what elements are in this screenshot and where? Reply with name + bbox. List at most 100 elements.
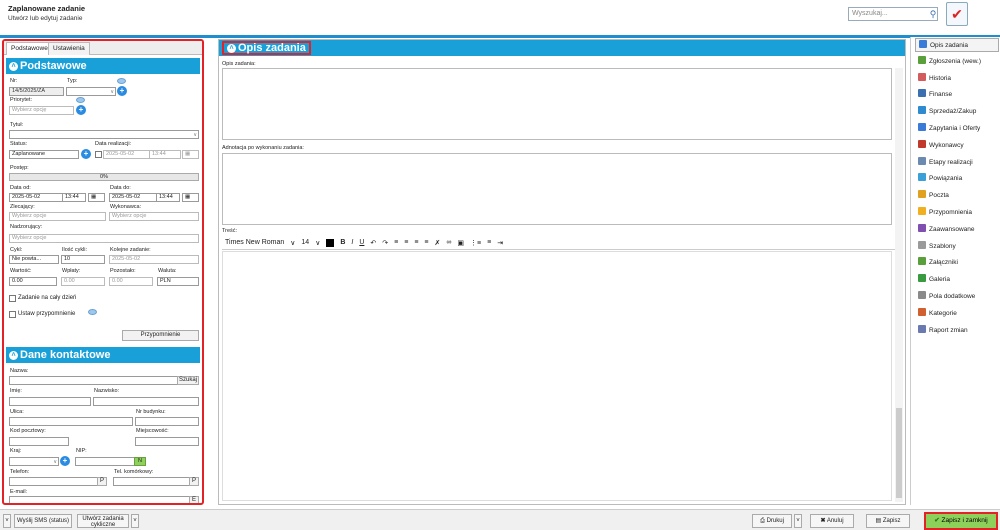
cancel-button[interactable]: ✖ Anuluj	[810, 514, 854, 528]
nav-item[interactable]: Zgłoszenia (wew.)	[915, 55, 999, 69]
data-realizacji-time[interactable]: 13:44	[149, 150, 181, 159]
pozostalo-field[interactable]: 0.00	[109, 277, 153, 286]
wplaty-field[interactable]: 0.00	[61, 277, 105, 286]
miejscowosc-field[interactable]	[135, 437, 199, 446]
add-typ-button[interactable]: +	[117, 86, 127, 96]
collapse-icon[interactable]: ˄	[9, 351, 18, 360]
tel-komorkowy-field[interactable]	[113, 477, 199, 486]
nav-item[interactable]: Galeria	[915, 273, 999, 287]
nav-item[interactable]: Raport zmian	[915, 324, 999, 338]
call-komorkowy-button[interactable]: P	[189, 477, 199, 486]
nr-budynku-field[interactable]	[135, 417, 199, 426]
nazwa-field[interactable]	[9, 376, 181, 385]
waluta-select[interactable]: PLN	[157, 277, 199, 286]
text-color-icon[interactable]	[326, 238, 335, 247]
create-cyclic-button[interactable]: Utwórz zadania cykliczne	[77, 514, 129, 528]
main-scrollbar[interactable]	[895, 68, 903, 502]
scrollbar-thumb[interactable]	[896, 408, 902, 498]
print-button[interactable]: ⎙ Drukuj	[752, 514, 792, 528]
nav-item[interactable]: Przypomnienia	[915, 206, 999, 220]
wykonawca-select[interactable]: Wybierz opcje	[109, 212, 199, 221]
numbered-list-icon[interactable]: ≡	[487, 239, 491, 246]
przypomnienie-button[interactable]: Przypomnienie	[122, 330, 199, 341]
save-button[interactable]: ▤ Zapisz	[866, 514, 910, 528]
calendar-icon[interactable]: ▦	[182, 193, 199, 202]
section-dane-kontaktowe[interactable]: ˄ Dane kontaktowe	[6, 347, 200, 363]
collapse-icon[interactable]: ˄	[9, 62, 18, 71]
section-podstawowe[interactable]: ˄ Podstawowe	[6, 58, 200, 74]
nr-field[interactable]: 14/5/2025/ZA	[9, 87, 64, 96]
nav-item[interactable]: Załączniki	[915, 256, 999, 270]
kraj-select[interactable]: ∨	[9, 457, 59, 466]
nav-item[interactable]: Szablony	[915, 240, 999, 254]
ilosc-cykli-field[interactable]: 10	[61, 255, 105, 264]
save-and-close-button[interactable]: ✔ Zapisz i zamknij	[924, 512, 998, 530]
ulica-field[interactable]	[9, 417, 133, 426]
align-center-icon[interactable]: ≡	[404, 239, 408, 246]
italic-icon[interactable]: I	[351, 239, 353, 246]
opis-textarea[interactable]	[222, 68, 892, 140]
align-justify-icon[interactable]: ≡	[424, 239, 428, 246]
tytul-select[interactable]: ∨	[9, 130, 199, 139]
cykl-select[interactable]: Nie powta...	[9, 255, 59, 264]
typ-select[interactable]: ∨	[66, 87, 116, 96]
send-email-button[interactable]: E	[189, 496, 199, 503]
kod-pocztowy-field[interactable]	[9, 437, 69, 446]
kolejne-zadanie-date[interactable]: 2025-05-02	[109, 255, 199, 264]
font-family-select[interactable]: Times New Roman	[225, 239, 284, 246]
left-scrollbar[interactable]	[205, 52, 212, 506]
email-field[interactable]	[9, 496, 199, 503]
tab-ustawienia[interactable]: Ustawienia	[48, 42, 90, 55]
search-input[interactable]: Wyszukaj...	[848, 7, 938, 21]
redo-icon[interactable]: ↷	[382, 239, 388, 247]
calendar-icon[interactable]: ▦	[182, 150, 199, 159]
link-icon[interactable]: ∞	[446, 239, 451, 246]
tresc-editor[interactable]	[222, 251, 892, 501]
nav-item[interactable]: Finanse	[915, 88, 999, 102]
nav-item[interactable]: Wykonawcy	[915, 139, 999, 153]
nip-lookup-button[interactable]: N	[134, 457, 146, 466]
align-left-icon[interactable]: ≡	[394, 239, 398, 246]
add-status-button[interactable]: +	[81, 149, 91, 159]
chevron-down-icon[interactable]: ∨	[315, 239, 320, 247]
nav-item[interactable]: Historia	[915, 72, 999, 86]
zlecajacy-select[interactable]: Wybierz opcje	[9, 212, 106, 221]
chevron-down-icon[interactable]: ˅	[131, 514, 139, 528]
nav-item[interactable]: Zaawansowane	[915, 223, 999, 237]
nav-item[interactable]: Sprzedaż/Zakup	[915, 105, 999, 119]
szukaj-button[interactable]: Szukaj	[177, 376, 199, 385]
caly-dzien-checkbox[interactable]	[9, 295, 16, 302]
nav-item[interactable]: Etapy realizacji	[915, 156, 999, 170]
telefon-field[interactable]	[9, 477, 107, 486]
bullet-list-icon[interactable]: ⋮≡	[470, 239, 481, 247]
status-select[interactable]: Zaplanowane	[9, 150, 79, 159]
nav-item[interactable]: Powiązania	[915, 172, 999, 186]
priorytet-select[interactable]: Wybierz opcję	[9, 106, 74, 115]
font-size-select[interactable]: 14	[301, 239, 309, 246]
imie-field[interactable]	[9, 397, 91, 406]
send-sms-button[interactable]: Wyślij SMS (status)	[14, 514, 72, 528]
nav-item[interactable]: Pola dodatkowe	[915, 290, 999, 304]
calendar-icon[interactable]: ▦	[88, 193, 105, 202]
nav-item[interactable]: Kategorie	[915, 307, 999, 321]
undo-icon[interactable]: ↶	[370, 239, 376, 247]
nadzorujacy-select[interactable]: Wybierz opcje	[9, 234, 199, 243]
progress-bar[interactable]: 0%	[9, 173, 199, 181]
indent-icon[interactable]: ⇥	[497, 239, 503, 247]
collapse-icon[interactable]: ˄	[227, 44, 236, 53]
data-od-date[interactable]: 2025-05-02	[9, 193, 64, 202]
image-icon[interactable]: ▣	[457, 239, 464, 247]
bold-icon[interactable]: B	[340, 239, 345, 246]
przypomnienie-checkbox[interactable]	[9, 311, 16, 318]
chevron-down-icon[interactable]: ∨	[290, 239, 295, 247]
underline-icon[interactable]: U	[359, 239, 364, 246]
wartosc-field[interactable]: 0.00	[9, 277, 57, 286]
nav-item[interactable]: Poczta	[915, 189, 999, 203]
data-do-time[interactable]: 13:44	[156, 193, 180, 202]
chevron-down-icon[interactable]: ˅	[794, 514, 802, 528]
adnotacja-textarea[interactable]	[222, 153, 892, 225]
tab-podstawowe[interactable]: Podstawowe	[6, 42, 53, 55]
nazwisko-field[interactable]	[93, 397, 199, 406]
data-realizacji-checkbox[interactable]	[95, 151, 102, 158]
chevron-down-icon[interactable]: ˅	[3, 514, 11, 528]
